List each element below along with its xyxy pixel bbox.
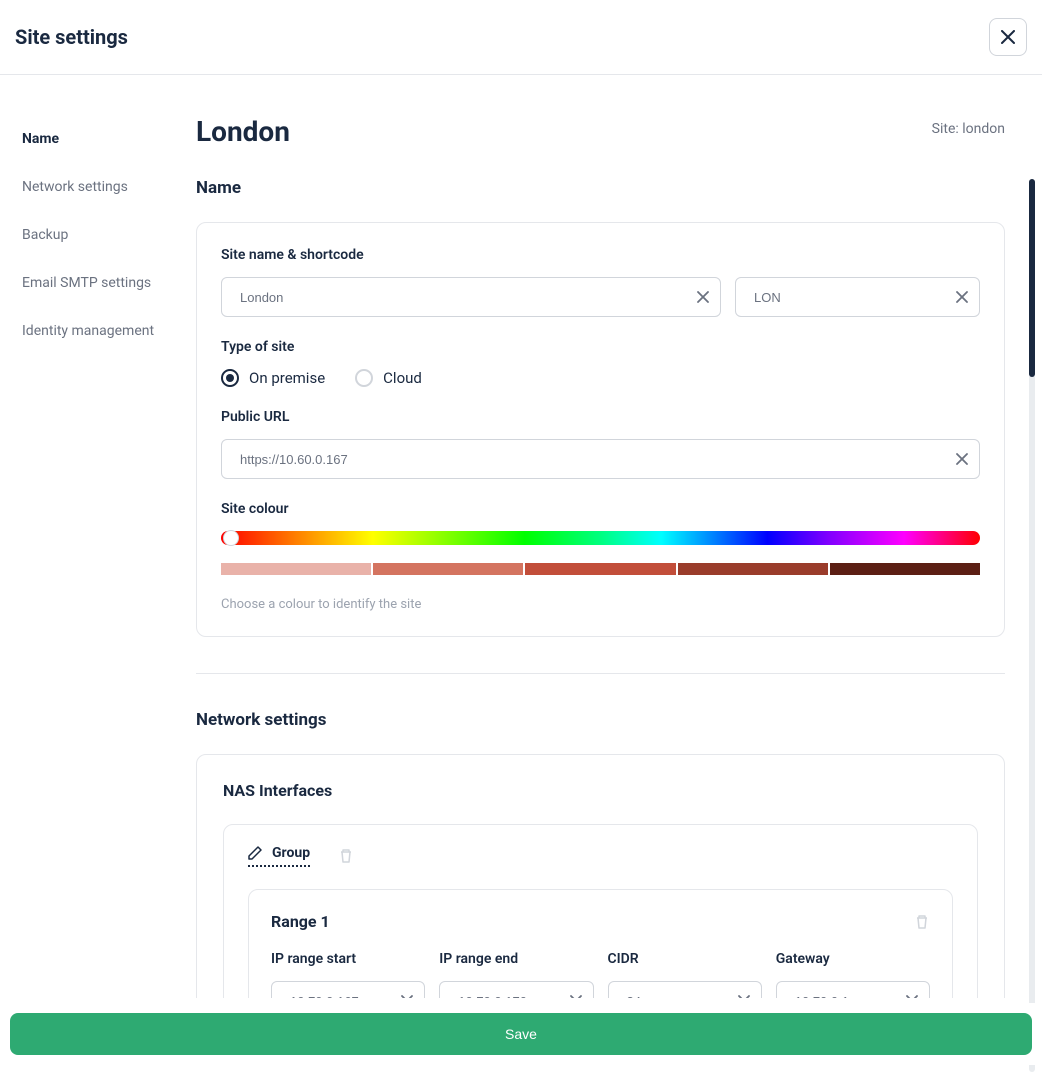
cidr-col: CIDR (608, 951, 762, 998)
clear-icon[interactable] (570, 995, 582, 998)
colour-helper-text: Choose a colour to identify the site (221, 597, 980, 612)
shade-row (221, 563, 980, 575)
section-title-name: Name (196, 178, 1005, 198)
clear-icon[interactable] (956, 453, 968, 465)
ip-start-label: IP range start (271, 951, 425, 967)
delete-range-button[interactable] (914, 914, 930, 930)
modal-title: Site settings (15, 25, 128, 49)
group-card: Group Range 1 IP range (223, 824, 978, 998)
pencil-icon (248, 846, 262, 860)
public-url-wrapper (221, 439, 980, 479)
slider-handle[interactable] (223, 530, 239, 546)
modal-header: Site settings (0, 0, 1042, 75)
name-card: Site name & shortcode Type of site (196, 222, 1005, 637)
public-url-row (221, 439, 980, 479)
radio-cloud-label: Cloud (383, 369, 422, 387)
nas-interfaces-title: NAS Interfaces (223, 781, 978, 800)
clear-icon[interactable] (697, 291, 709, 303)
sidebar-item-email-smtp[interactable]: Email SMTP settings (22, 259, 196, 307)
clear-icon[interactable] (401, 995, 413, 998)
group-label-text: Group (272, 845, 310, 861)
main-layout: Name Network settings Backup Email SMTP … (0, 75, 1042, 998)
clear-icon[interactable] (738, 995, 750, 998)
ip-end-label: IP range end (439, 951, 593, 967)
ip-end-col: IP range end (439, 951, 593, 998)
site-name-wrapper (221, 277, 721, 317)
footer: Save (0, 1003, 1042, 1065)
ip-end-wrapper (439, 981, 593, 998)
group-label-editable[interactable]: Group (248, 845, 310, 867)
shade-swatch-4[interactable] (678, 563, 828, 575)
site-name-input[interactable] (221, 277, 721, 317)
range-card: Range 1 IP range start (248, 889, 953, 998)
radio-onprem[interactable]: On premise (221, 369, 325, 387)
type-radio-row: On premise Cloud (221, 369, 980, 387)
close-icon (1001, 30, 1015, 44)
page-title: London (196, 115, 290, 148)
shade-swatch-5[interactable] (830, 563, 980, 575)
radio-circle-unchecked (355, 369, 373, 387)
site-colour-label: Site colour (221, 501, 980, 517)
scrollbar-thumb[interactable] (1029, 179, 1035, 377)
radio-cloud[interactable]: Cloud (355, 369, 422, 387)
section-title-network: Network settings (196, 710, 1005, 730)
trash-icon (914, 914, 930, 930)
shade-swatch-2[interactable] (373, 563, 523, 575)
close-button[interactable] (989, 18, 1027, 56)
section-divider (196, 673, 1005, 674)
range-header: Range 1 (271, 912, 930, 931)
page-heading-row: London Site: london (196, 115, 1005, 148)
sitename-row (221, 277, 980, 317)
radio-onprem-label: On premise (249, 369, 325, 387)
clear-icon[interactable] (956, 291, 968, 303)
clear-icon[interactable] (906, 995, 918, 998)
sitename-shortcode-label: Site name & shortcode (221, 247, 980, 263)
nas-card: NAS Interfaces Group Range 1 (196, 754, 1005, 998)
content-area[interactable]: London Site: london Name Site name & sho… (196, 75, 1042, 998)
delete-group-button[interactable] (338, 848, 354, 864)
shortcode-input[interactable] (735, 277, 980, 317)
type-of-site-label: Type of site (221, 339, 980, 355)
group-header: Group (248, 845, 953, 867)
gateway-label: Gateway (776, 951, 930, 967)
cidr-label: CIDR (608, 951, 762, 967)
sidebar-item-backup[interactable]: Backup (22, 211, 196, 259)
ip-start-wrapper (271, 981, 425, 998)
sidebar-item-network[interactable]: Network settings (22, 163, 196, 211)
range-grid: IP range start IP range end (271, 951, 930, 998)
shade-swatch-3[interactable] (525, 563, 675, 575)
site-identifier: Site: london (932, 121, 1005, 137)
save-button[interactable]: Save (10, 1013, 1032, 1055)
ip-start-col: IP range start (271, 951, 425, 998)
public-url-label: Public URL (221, 409, 980, 425)
public-url-input[interactable] (221, 439, 980, 479)
range-title: Range 1 (271, 912, 330, 931)
cidr-wrapper (608, 981, 762, 998)
radio-circle-checked (221, 369, 239, 387)
trash-icon (338, 848, 354, 864)
gateway-col: Gateway (776, 951, 930, 998)
gateway-wrapper (776, 981, 930, 998)
hue-slider[interactable] (221, 531, 980, 545)
shade-swatch-1[interactable] (221, 563, 371, 575)
shortcode-wrapper (735, 277, 980, 317)
sidebar-item-name[interactable]: Name (22, 115, 196, 163)
sidebar: Name Network settings Backup Email SMTP … (0, 75, 196, 998)
sidebar-item-identity[interactable]: Identity management (22, 307, 196, 355)
